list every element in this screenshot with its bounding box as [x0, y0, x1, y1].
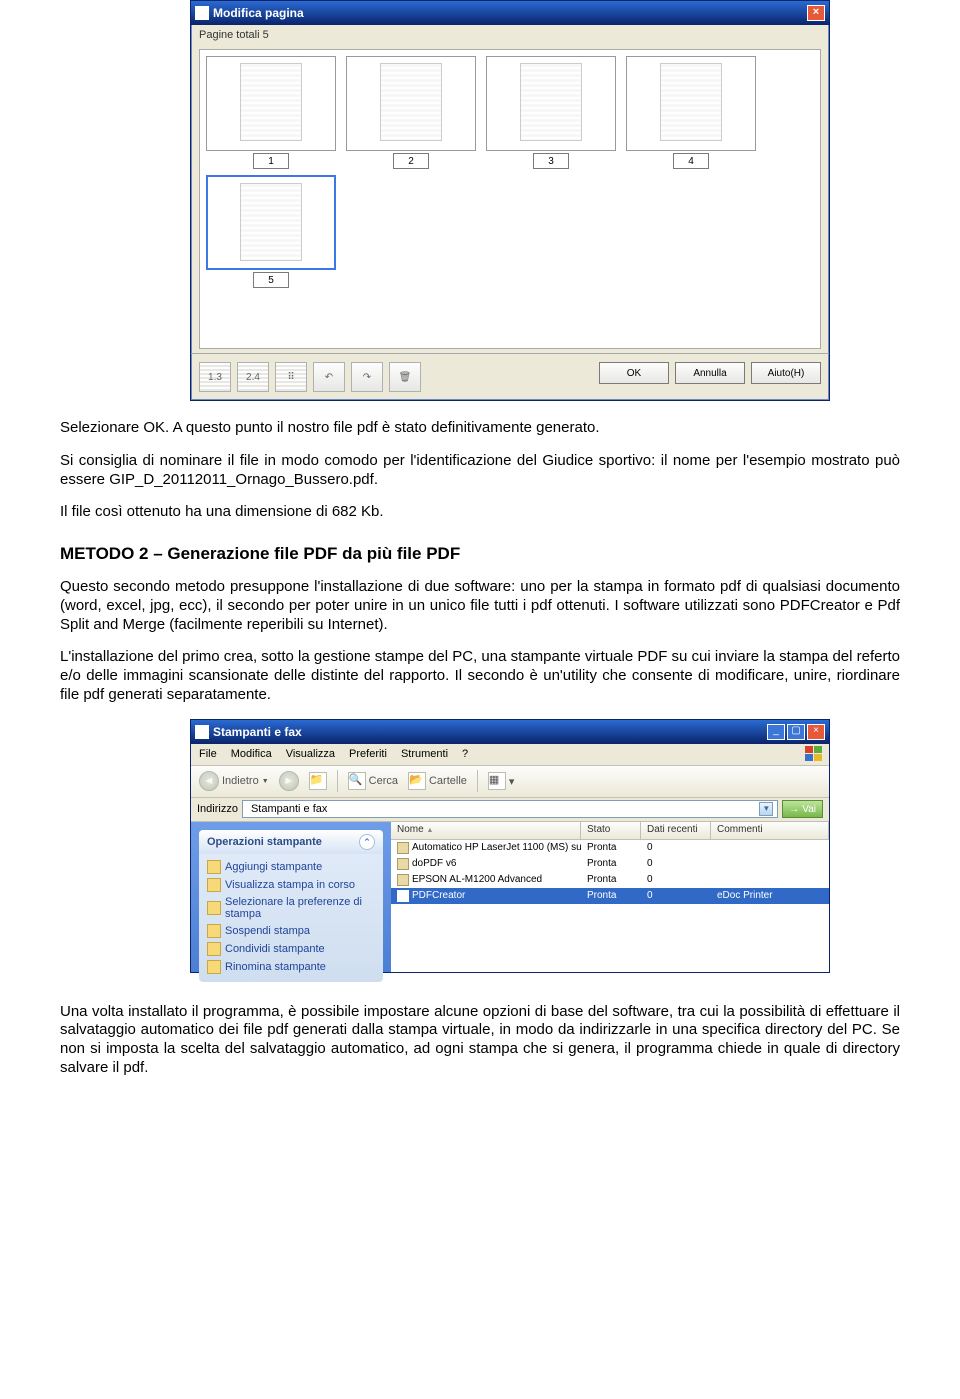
printer-list: Nome ▲ Stato Dati recenti Commenti Autom…: [391, 822, 829, 972]
task-item[interactable]: Selezionare la preferenze di stampa: [207, 894, 375, 922]
doc-para: L'installazione del primo crea, sotto la…: [60, 648, 900, 704]
dropdown-button[interactable]: ▼: [759, 802, 773, 816]
address-value: Stampanti e fax: [251, 803, 327, 815]
tasks-panel: Operazioni stampante ⌃ Aggiungi stampant…: [199, 830, 383, 982]
menu-item[interactable]: Modifica: [231, 748, 272, 760]
col-name[interactable]: Nome ▲: [391, 822, 581, 839]
thumb-num[interactable]: [673, 153, 709, 169]
doc-para: Selezionare OK. A questo punto il nostro…: [60, 419, 900, 438]
layout-tool-3[interactable]: ⠿: [275, 362, 307, 392]
menu-item[interactable]: File: [199, 748, 217, 760]
printer-icon: [195, 725, 209, 739]
dialog-toolbar: 1.3 2.4 ⠿ ↶ ↷ 🗑 OK Annulla Aiuto(H): [191, 353, 829, 400]
col-comments[interactable]: Commenti: [711, 822, 829, 839]
layout-tool-1[interactable]: 1.3: [199, 362, 231, 392]
cancel-button[interactable]: Annulla: [675, 362, 745, 384]
list-item[interactable]: Automatico HP LaserJet 1100 (MS) su OSSE…: [391, 840, 829, 856]
explorer-window: Stampanti e fax _ ▢ × File Modifica Visu…: [190, 719, 830, 973]
explorer-title: Stampanti e fax: [213, 725, 302, 739]
maximize-button[interactable]: ▢: [787, 724, 805, 740]
panel-header[interactable]: Operazioni stampante ⌃: [199, 830, 383, 854]
folder-up-icon: 📁: [309, 772, 327, 790]
thumb-num[interactable]: [253, 153, 289, 169]
redo-button[interactable]: ↷: [351, 362, 383, 392]
close-button[interactable]: ×: [807, 724, 825, 740]
doc-heading: METODO 2 – Generazione file PDF da più f…: [60, 544, 900, 564]
thumb-num[interactable]: [253, 272, 289, 288]
list-item[interactable]: doPDF v6 Pronta 0: [391, 856, 829, 872]
task-item[interactable]: Condividi stampante: [207, 940, 375, 958]
doc-para: Si consiglia di nominare il file in modo…: [60, 452, 900, 490]
total-pages-label: Pagine totali 5: [191, 25, 829, 45]
task-item[interactable]: Visualizza stampa in corso: [207, 876, 375, 894]
dialog-modifica-pagina: Modifica pagina × Pagine totali 5 1.3 2.…: [190, 0, 830, 401]
task-icon: [207, 860, 221, 874]
forward-button[interactable]: ►: [279, 771, 299, 791]
search-button[interactable]: 🔍Cerca: [348, 772, 398, 790]
printer-icon: [397, 858, 409, 870]
doc-para: Questo secondo metodo presuppone l'insta…: [60, 578, 900, 634]
undo-button[interactable]: ↶: [313, 362, 345, 392]
dialog-titlebar[interactable]: Modifica pagina ×: [191, 1, 829, 25]
page-thumb[interactable]: [626, 56, 756, 169]
dialog-title: Modifica pagina: [213, 6, 304, 20]
menu-item[interactable]: ?: [462, 748, 468, 760]
go-button[interactable]: →Vai: [782, 800, 823, 818]
list-header: Nome ▲ Stato Dati recenti Commenti: [391, 822, 829, 840]
address-bar: Indirizzo Stampanti e fax ▼ →Vai: [191, 798, 829, 822]
printer-icon: [397, 890, 409, 902]
views-button[interactable]: ▦▾: [488, 772, 515, 790]
views-icon: ▦: [488, 772, 506, 790]
delete-button[interactable]: 🗑: [389, 362, 421, 392]
menubar: File Modifica Visualizza Preferiti Strum…: [191, 744, 829, 766]
collapse-icon[interactable]: ⌃: [359, 834, 375, 850]
ok-button[interactable]: OK: [599, 362, 669, 384]
doc-para: Il file così ottenuto ha una dimensione …: [60, 503, 900, 522]
thumb-num[interactable]: [533, 153, 569, 169]
page-thumb[interactable]: [206, 56, 336, 169]
col-recent[interactable]: Dati recenti: [641, 822, 711, 839]
back-button[interactable]: ◄Indietro ▼: [199, 771, 269, 791]
minimize-button[interactable]: _: [767, 724, 785, 740]
close-button[interactable]: ×: [807, 5, 825, 21]
printer-icon: [397, 842, 409, 854]
menu-item[interactable]: Preferiti: [349, 748, 387, 760]
address-label: Indirizzo: [197, 803, 238, 815]
app-icon: [195, 6, 209, 20]
address-field[interactable]: Stampanti e fax ▼: [242, 800, 778, 818]
page-thumb[interactable]: [206, 175, 336, 288]
thumbnails-area: [199, 49, 821, 349]
task-item[interactable]: Aggiungi stampante: [207, 858, 375, 876]
col-status[interactable]: Stato: [581, 822, 641, 839]
windows-flag-icon: [805, 746, 823, 762]
menu-item[interactable]: Visualizza: [286, 748, 335, 760]
toolbar: ◄Indietro ▼ ► 📁 🔍Cerca 📂Cartelle ▦▾: [191, 766, 829, 798]
page-thumb[interactable]: [346, 56, 476, 169]
task-item[interactable]: Sospendi stampa: [207, 922, 375, 940]
page-thumb[interactable]: [486, 56, 616, 169]
task-item[interactable]: Rinomina stampante: [207, 958, 375, 976]
folder-icon: 📂: [408, 772, 426, 790]
tasks-sidebar: Operazioni stampante ⌃ Aggiungi stampant…: [191, 822, 391, 972]
task-icon: [207, 924, 221, 938]
doc-para: Una volta installato il programma, è pos…: [60, 1003, 900, 1078]
help-button[interactable]: Aiuto(H): [751, 362, 821, 384]
list-item[interactable]: EPSON AL-M1200 Advanced Pronta 0: [391, 872, 829, 888]
layout-tool-2[interactable]: 2.4: [237, 362, 269, 392]
task-icon: [207, 878, 221, 892]
folders-button[interactable]: 📂Cartelle: [408, 772, 467, 790]
task-icon: [207, 942, 221, 956]
menu-item[interactable]: Strumenti: [401, 748, 448, 760]
list-item[interactable]: PDFCreator Pronta 0 eDoc Printer: [391, 888, 829, 904]
up-button[interactable]: 📁: [309, 772, 327, 790]
explorer-titlebar[interactable]: Stampanti e fax _ ▢ ×: [191, 720, 829, 744]
task-icon: [207, 901, 221, 915]
printer-icon: [397, 874, 409, 886]
thumb-num[interactable]: [393, 153, 429, 169]
task-icon: [207, 960, 221, 974]
search-icon: 🔍: [348, 772, 366, 790]
